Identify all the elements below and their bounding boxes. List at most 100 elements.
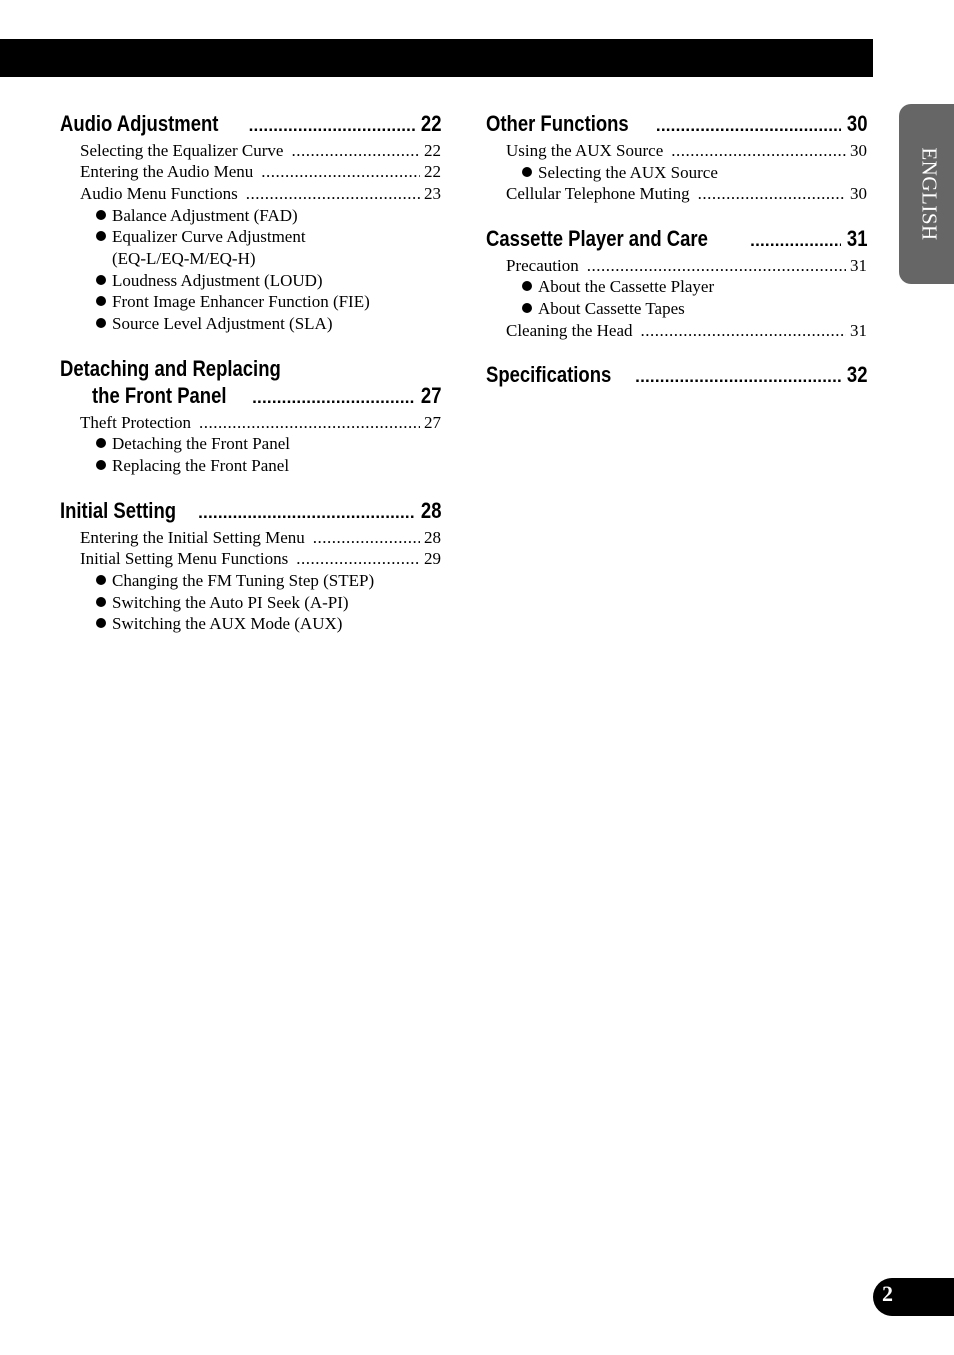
bullet-icon (96, 231, 106, 241)
toc-label: Audio Adjustment (60, 111, 219, 136)
dot-leader (656, 110, 841, 140)
toc-label: Specifications (486, 362, 612, 387)
toc-page-number: 32 (846, 362, 867, 387)
toc-entry[interactable]: Using the AUX Source 30 (506, 140, 867, 162)
toc-page-number: 23 (424, 184, 441, 203)
dot-leader (198, 497, 414, 527)
bullet-icon (522, 281, 532, 291)
dot-leader (249, 110, 415, 140)
toc-bullet-item[interactable]: Switching the AUX Mode (AUX) (96, 613, 342, 635)
toc-entry[interactable]: Entering the Initial Setting Menu 28 (80, 527, 441, 549)
page-number: 2 (882, 1281, 893, 1306)
toc-page-number: 31 (846, 226, 867, 251)
toc-bullet-item[interactable]: Source Level Adjustment (SLA) (96, 313, 333, 335)
bullet-icon (96, 460, 106, 470)
dot-leader (296, 548, 420, 570)
toc-page-number: 31 (850, 321, 867, 340)
toc-page-number: 30 (850, 141, 867, 160)
toc-label: Selecting the AUX Source (538, 163, 718, 182)
toc-bullet-item[interactable]: Detaching the Front Panel (96, 433, 290, 455)
toc-entry[interactable]: Entering the Audio Menu 22 (80, 161, 441, 183)
toc-label: Loudness Adjustment (LOUD) (112, 271, 323, 290)
toc-page-number: 31 (850, 256, 867, 275)
toc-entry[interactable]: (EQ-L/EQ-M/EQ-H) (112, 248, 256, 270)
toc-label: the Front Panel (92, 383, 227, 408)
toc-label: Precaution (506, 256, 579, 275)
toc-bullet-item[interactable]: Selecting the AUX Source (522, 162, 718, 184)
toc-label: Cleaning the Head (506, 321, 633, 340)
bullet-icon (522, 167, 532, 177)
toc-label: Equalizer Curve Adjustment (112, 227, 306, 246)
toc-heading[interactable]: Other Functions 30 (486, 110, 867, 138)
bullet-icon (96, 296, 106, 306)
page-number-badge: 2 (873, 1278, 954, 1316)
toc-label: (EQ-L/EQ-M/EQ-H) (112, 249, 256, 268)
toc-label: Using the AUX Source (506, 141, 664, 160)
toc-bullet-item[interactable]: Changing the FM Tuning Step (STEP) (96, 570, 374, 592)
toc-page-number: 28 (424, 528, 441, 547)
bullet-icon (522, 303, 532, 313)
toc-page-number: 30 (846, 111, 867, 136)
toc-heading[interactable]: Initial Setting 28 (60, 497, 441, 525)
toc-label: Switching the AUX Mode (AUX) (112, 614, 343, 633)
toc-label: Selecting the Equalizer Curve (80, 141, 284, 160)
toc-label: Entering the Initial Setting Menu (80, 528, 305, 547)
toc-page-number: 27 (424, 413, 441, 432)
toc-label: Cassette Player and Care (486, 226, 708, 251)
toc-entry[interactable]: Audio Menu Functions 23 (80, 183, 441, 205)
dot-leader (291, 140, 420, 162)
toc-bullet-item[interactable]: Switching the Auto PI Seek (A-PI) (96, 592, 349, 614)
bullet-icon (96, 210, 106, 220)
toc-label: Changing the FM Tuning Step (STEP) (112, 571, 375, 590)
dot-leader (199, 412, 420, 434)
toc-label: Source Level Adjustment (SLA) (112, 314, 333, 333)
dot-leader (750, 225, 840, 255)
toc-label: Balance Adjustment (FAD) (112, 206, 298, 225)
toc-bullet-item[interactable]: About Cassette Tapes (522, 298, 685, 320)
toc-bullet-item[interactable]: About the Cassette Player (522, 276, 714, 298)
toc-bullet-item[interactable]: Replacing the Front Panel (96, 455, 289, 477)
dot-leader (671, 140, 846, 162)
toc-label: Theft Protection (80, 413, 191, 432)
toc-entry[interactable]: Theft Protection 27 (80, 412, 441, 434)
toc-heading[interactable]: Audio Adjustment 22 (60, 110, 441, 138)
toc-entry[interactable]: Precaution 31 (506, 255, 867, 277)
header-bar (0, 39, 873, 77)
toc-bullet-item[interactable]: Balance Adjustment (FAD) (96, 205, 298, 227)
bullet-icon (96, 597, 106, 607)
language-tab-label: ENGLISH (917, 147, 942, 241)
toc-entry[interactable]: Initial Setting Menu Functions 29 (80, 548, 441, 570)
toc-bullet-item[interactable]: Equalizer Curve Adjustment (96, 226, 306, 248)
toc-heading[interactable]: Detaching and Replacing (60, 355, 323, 383)
toc-label: About the Cassette Player (538, 277, 715, 296)
toc-entry[interactable]: Cleaning the Head 31 (506, 320, 867, 342)
toc-bullet-item[interactable]: Loudness Adjustment (LOUD) (96, 270, 323, 292)
toc-page-number: 29 (424, 549, 441, 568)
toc-label: Initial Setting (60, 498, 177, 523)
toc-page-number: 27 (420, 383, 441, 408)
toc-label: Cellular Telephone Muting (506, 184, 690, 203)
dot-leader (246, 183, 420, 205)
bullet-icon (96, 618, 106, 628)
toc-entry[interactable]: Selecting the Equalizer Curve 22 (80, 140, 441, 162)
toc-page-number: 22 (424, 141, 441, 160)
toc-label: Other Functions (486, 111, 629, 136)
toc-heading[interactable]: the Front Panel 27 (92, 382, 441, 410)
toc-label: Detaching and Replacing (60, 356, 281, 381)
toc-page-number: 30 (850, 184, 867, 203)
toc-label: Audio Menu Functions (80, 184, 238, 203)
toc-heading[interactable]: Cassette Player and Care 31 (486, 225, 867, 253)
toc-label: Front Image Enhancer Function (FIE) (112, 292, 370, 311)
toc-bullet-item[interactable]: Front Image Enhancer Function (FIE) (96, 291, 370, 313)
dot-leader (313, 527, 420, 549)
toc-heading[interactable]: Specifications 32 (486, 361, 867, 389)
bullet-icon (96, 318, 106, 328)
dot-leader (261, 161, 420, 183)
toc-label: About Cassette Tapes (538, 299, 685, 318)
bullet-icon (96, 275, 106, 285)
toc-label: Entering the Audio Menu (80, 162, 254, 181)
toc-entry[interactable]: Cellular Telephone Muting 30 (506, 183, 867, 205)
dot-leader (252, 382, 414, 412)
toc-label: Initial Setting Menu Functions (80, 549, 289, 568)
dot-leader (587, 255, 846, 277)
